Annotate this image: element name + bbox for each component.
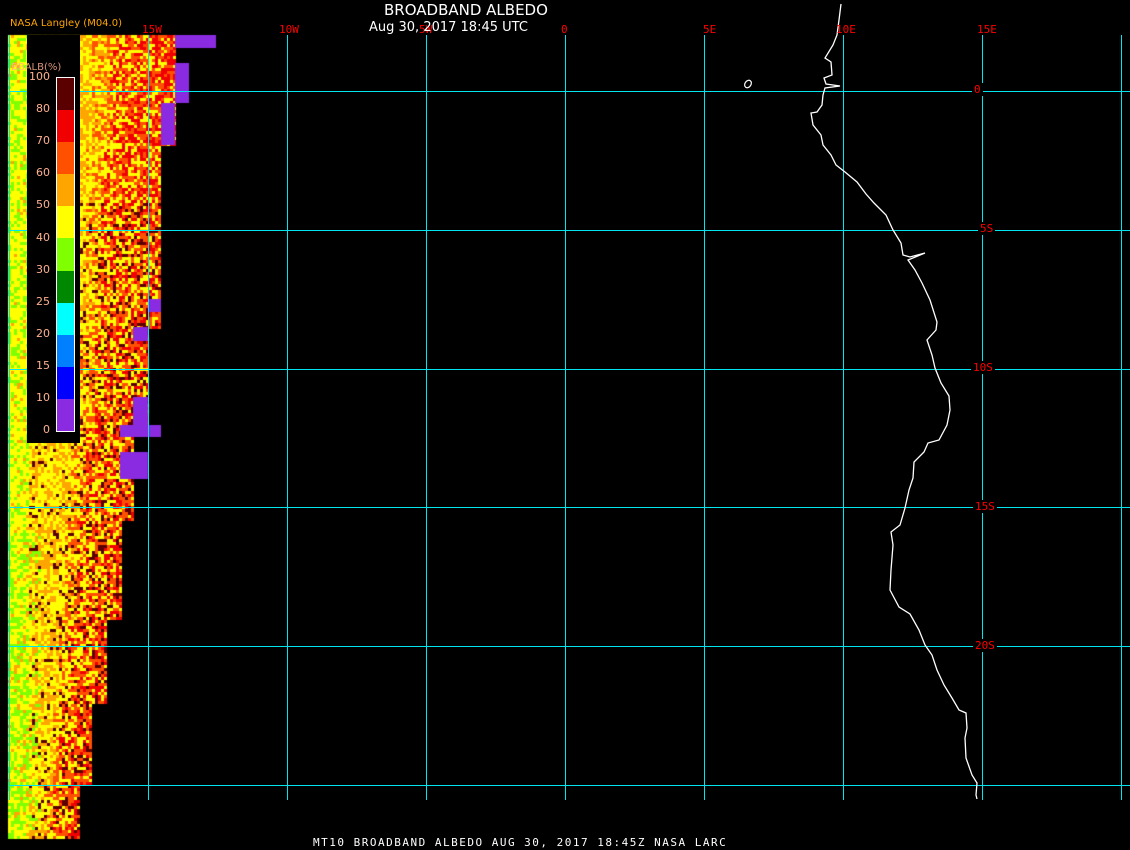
- legend-swatch: [57, 238, 74, 271]
- legend-tick-label: 0: [43, 423, 50, 437]
- lon-label-15w: 15W: [142, 23, 162, 36]
- legend-tick-label: 70: [36, 134, 50, 148]
- legend-colorbar: [56, 77, 75, 432]
- legend-tick-label: 80: [36, 102, 50, 116]
- legend-tick-label: 10: [36, 391, 50, 404]
- lon-label-10e: 10E: [836, 23, 856, 36]
- footer-caption: MT10 BROADBAND ALBEDO AUG 30, 2017 18:45…: [313, 836, 728, 849]
- legend-swatch: [57, 334, 74, 367]
- lat-label-10s: 10S: [971, 361, 995, 374]
- legend-tick-label: 20: [36, 326, 50, 340]
- legend-tick-label: 40: [36, 230, 50, 244]
- legend-swatch: [57, 270, 74, 303]
- legend-tick-label: 60: [36, 166, 50, 180]
- legend-swatch: [57, 206, 74, 239]
- map-datetime: Aug 30, 2017 18:45 UTC: [369, 20, 528, 35]
- map-overlay: [9, 3, 1130, 800]
- lon-label-10w: 10W: [279, 23, 299, 36]
- lat-label-0: 0: [972, 83, 983, 96]
- legend-swatch: [57, 78, 74, 111]
- island: [744, 79, 752, 89]
- lat-label-20s: 20S: [973, 639, 997, 652]
- lat-label-5s: 5S: [978, 222, 996, 235]
- legend-tick-label: 25: [36, 294, 50, 308]
- legend-swatch: [57, 302, 74, 335]
- legend-swatch: [57, 110, 74, 143]
- legend-tick-label: 30: [36, 262, 50, 276]
- satellite-map: BROADBAND ALBEDO NASA Langley (M04.0) 15…: [0, 0, 1130, 850]
- lon-label-5e: 5E: [703, 23, 717, 36]
- legend-tick-label: 100: [29, 70, 50, 83]
- lon-label-0: 0: [561, 23, 568, 36]
- lat-label-15s: 15S: [973, 500, 997, 513]
- legend-swatch: [57, 398, 74, 432]
- lat-lon-grid: [9, 35, 1130, 800]
- legend-tick-label: 15: [36, 358, 50, 372]
- legend-swatch: [57, 174, 74, 207]
- coastline: [810, 3, 978, 800]
- credit-label: NASA Langley (M04.0): [10, 18, 122, 29]
- legend-swatch: [57, 142, 74, 175]
- legend-swatch: [57, 366, 74, 399]
- lon-label-15e: 15E: [977, 23, 997, 36]
- legend-tick-label: 50: [36, 198, 50, 212]
- map-title: BROADBAND ALBEDO: [384, 1, 548, 19]
